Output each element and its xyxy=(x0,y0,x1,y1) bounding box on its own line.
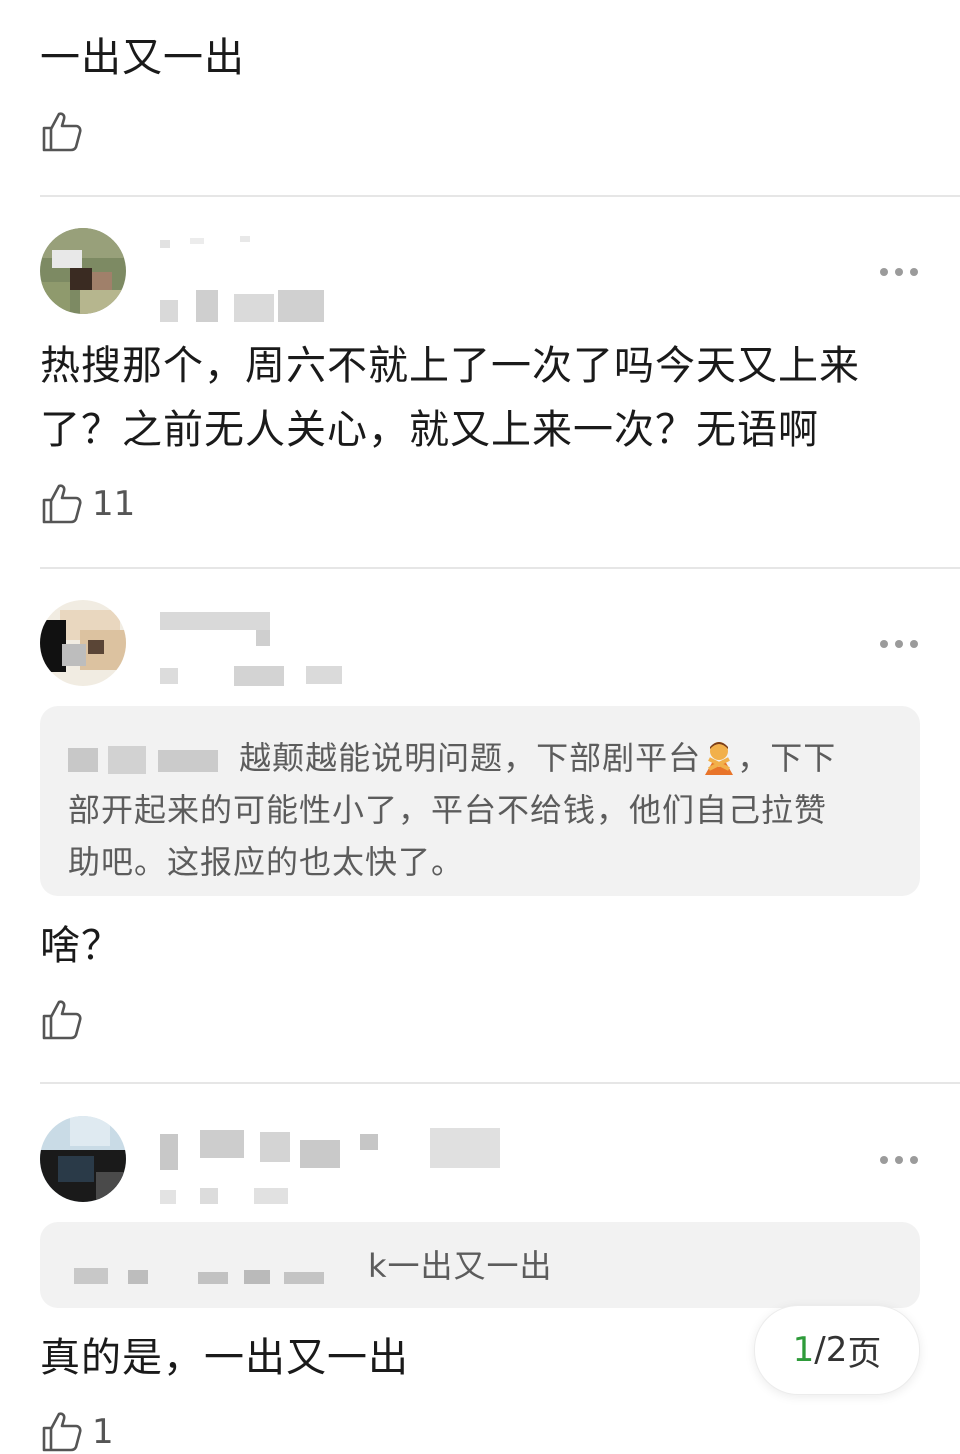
user-meta-redacted xyxy=(160,288,340,328)
user-meta-redacted xyxy=(160,1186,300,1212)
like-button[interactable] xyxy=(40,110,92,154)
more-button[interactable] xyxy=(880,640,918,648)
thumbs-up-icon xyxy=(42,1000,82,1040)
more-button[interactable] xyxy=(880,268,918,276)
avatar[interactable] xyxy=(40,228,126,314)
quoted-reply[interactable]: k一出又一出 xyxy=(40,1222,920,1308)
comment-text: 热搜那个，周六不就上了一次了吗今天又上来 了？之前无人关心，就又上来一次？无语啊 xyxy=(40,343,860,453)
username-redacted xyxy=(160,608,300,652)
comment-text: 真的是，一出又一出 xyxy=(40,1335,409,1381)
page-indicator[interactable]: 1/2 页 xyxy=(754,1305,920,1395)
thumbs-up-icon xyxy=(42,112,82,152)
divider xyxy=(40,1082,960,1084)
more-dots-icon xyxy=(880,268,888,276)
more-dots-icon xyxy=(880,1156,888,1164)
more-button[interactable] xyxy=(880,1156,918,1164)
quoted-reply[interactable]: 越颠越能说明问题，下部剧平台 ，下下 部开起来的可能性小了，平台不给钱，他们自己拉… xyxy=(40,706,920,896)
avatar[interactable] xyxy=(40,600,126,686)
thumbs-up-icon xyxy=(42,1412,82,1452)
page-separator: / xyxy=(814,1330,826,1370)
quoted-username-redacted xyxy=(74,1268,324,1284)
person-gesturing-no-emoji xyxy=(705,742,734,775)
like-count: 11 xyxy=(92,484,136,524)
user-meta-redacted xyxy=(160,662,350,692)
thumbs-up-icon xyxy=(42,484,82,524)
quoted-username-redacted xyxy=(68,746,218,774)
like-button[interactable]: 1 xyxy=(40,1410,114,1454)
avatar[interactable] xyxy=(40,1116,126,1202)
like-button[interactable]: 11 xyxy=(40,482,135,526)
more-dots-icon xyxy=(880,640,888,648)
like-button[interactable] xyxy=(40,998,92,1042)
divider xyxy=(40,195,960,197)
comment-text: 啥？ xyxy=(40,923,122,969)
comment-text: 一出又一出 xyxy=(40,35,245,81)
username-redacted xyxy=(160,1120,510,1178)
page-total: 2 xyxy=(825,1330,848,1370)
like-count: 1 xyxy=(92,1412,114,1452)
username-redacted xyxy=(160,236,360,260)
page-current: 1 xyxy=(792,1330,815,1370)
page-unit: 页 xyxy=(847,1333,882,1374)
divider xyxy=(40,567,960,569)
